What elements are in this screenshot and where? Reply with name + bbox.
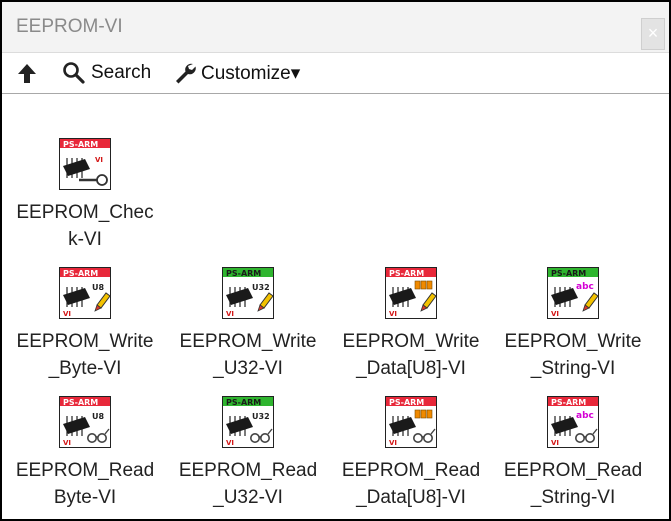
vi-item-eeprom-write-data-u8[interactable]: PS-ARM VI EEPROM_Write _Data[U8]-VI: [331, 267, 491, 382]
array-icon: [414, 280, 433, 290]
vi-item-eeprom-read-u32[interactable]: PS-ARM U32 VI EEPROM_Read _U32-VI: [168, 396, 328, 511]
banner-text: PS-ARM: [63, 140, 98, 149]
vi-tag: VI: [551, 310, 559, 318]
vi-label: EEPROM_Read _U32-VI: [178, 460, 318, 508]
vi-label: EEPROM_Write _Byte-VI: [16, 331, 154, 379]
vi-glyph: PS-ARM U32 VI: [222, 267, 274, 319]
vi-tag: VI: [389, 310, 397, 318]
vi-label: EEPROM_Read _Data[U8]-VI: [341, 460, 481, 508]
banner-text: PS-ARM: [389, 398, 424, 407]
type-tag: U8: [92, 412, 104, 421]
banner-text: PS-ARM: [226, 398, 261, 407]
vi-glyph: PS-ARM abc VI: [547, 267, 599, 319]
vi-item-eeprom-write-byte[interactable]: PS-ARM U8 VI EEPROM_Write _Byte-VI: [5, 267, 165, 382]
vi-tag: VI: [389, 439, 397, 447]
vi-tag: VI: [226, 310, 234, 318]
up-button[interactable]: [16, 60, 38, 86]
vi-label: EEPROM_Write _String-VI: [504, 331, 642, 379]
wrench-icon: [173, 61, 197, 85]
vi-item-eeprom-read-byte[interactable]: PS-ARM U8 VI EEPROM_Read Byte-VI: [5, 396, 165, 511]
vi-icon: PS-ARM VI: [385, 396, 437, 448]
close-button[interactable]: ×: [641, 18, 665, 50]
vi-tag: VI: [95, 156, 103, 164]
vi-glyph: PS-ARM U8 VI: [59, 267, 111, 319]
vi-icon: PS-ARM VI: [385, 267, 437, 319]
search-label: Search: [91, 62, 152, 83]
vi-tag: VI: [63, 310, 71, 318]
customize-label: Customize▾: [201, 62, 301, 84]
vi-icon: PS-ARM U8 VI: [59, 267, 111, 319]
palette-window: EEPROM-VI × Search Customize▾ PS-ARM VI …: [0, 0, 671, 521]
vi-item-eeprom-check[interactable]: PS-ARM VI EEPROM_Chec k-VI: [5, 138, 165, 253]
vi-label: EEPROM_Chec k-VI: [16, 202, 154, 250]
vi-item-eeprom-write-u32[interactable]: PS-ARM U32 VI EEPROM_Write _U32-VI: [168, 267, 328, 382]
vi-label: EEPROM_Write _Data[U8]-VI: [342, 331, 480, 379]
vi-icon: PS-ARM U8 VI: [59, 396, 111, 448]
search-icon: [62, 61, 86, 85]
vi-glyph: PS-ARM VI: [385, 396, 437, 448]
title-bar: EEPROM-VI ×: [2, 2, 669, 53]
vi-icon: PS-ARM U32 VI: [222, 267, 274, 319]
vi-item-eeprom-read-data-u8[interactable]: PS-ARM VI EEPROM_Read _Data[U8]-VI: [331, 396, 491, 511]
vi-item-eeprom-read-string[interactable]: PS-ARM abc VI EEPROM_Read _String-VI: [493, 396, 653, 511]
vi-icon: PS-ARM abc VI: [547, 396, 599, 448]
vi-tag: VI: [63, 439, 71, 447]
type-tag: U32: [252, 283, 270, 292]
vi-label: EEPROM_Read Byte-VI: [15, 460, 155, 508]
banner-text: PS-ARM: [389, 269, 424, 278]
vi-icon: PS-ARM U32 VI: [222, 396, 274, 448]
type-tag: abc: [576, 282, 594, 292]
customize-button[interactable]: Customize▾: [173, 60, 300, 86]
type-tag: U8: [92, 283, 104, 292]
vi-glyph: PS-ARM U32 VI: [222, 396, 274, 448]
vi-glyph: PS-ARM VI: [59, 138, 111, 190]
vi-item-eeprom-write-string[interactable]: PS-ARM abc VI EEPROM_Write _String-VI: [493, 267, 653, 382]
array-icon: [414, 409, 433, 419]
banner-text: PS-ARM: [63, 398, 98, 407]
banner-text: PS-ARM: [551, 269, 586, 278]
vi-label: EEPROM_Write _U32-VI: [179, 331, 317, 379]
search-button[interactable]: Search: [62, 60, 151, 86]
up-arrow-icon: [16, 62, 38, 84]
vi-glyph: PS-ARM VI: [385, 267, 437, 319]
type-tag: U32: [252, 412, 270, 421]
vi-tag: VI: [551, 439, 559, 447]
vi-glyph: PS-ARM abc VI: [547, 396, 599, 448]
window-title: EEPROM-VI: [16, 16, 123, 37]
banner-text: PS-ARM: [63, 269, 98, 278]
vi-palette-grid: PS-ARM VI EEPROM_Chec k-VI PS-ARM U8 VI EEP…: [2, 94, 669, 519]
type-tag: abc: [576, 411, 594, 421]
vi-tag: VI: [226, 439, 234, 447]
vi-icon: PS-ARM VI: [59, 138, 111, 190]
vi-label: EEPROM_Read _String-VI: [503, 460, 643, 508]
toolbar: Search Customize▾: [2, 53, 669, 94]
vi-icon: PS-ARM abc VI: [547, 267, 599, 319]
vi-glyph: PS-ARM U8 VI: [59, 396, 111, 448]
banner-text: PS-ARM: [226, 269, 261, 278]
banner-text: PS-ARM: [551, 398, 586, 407]
